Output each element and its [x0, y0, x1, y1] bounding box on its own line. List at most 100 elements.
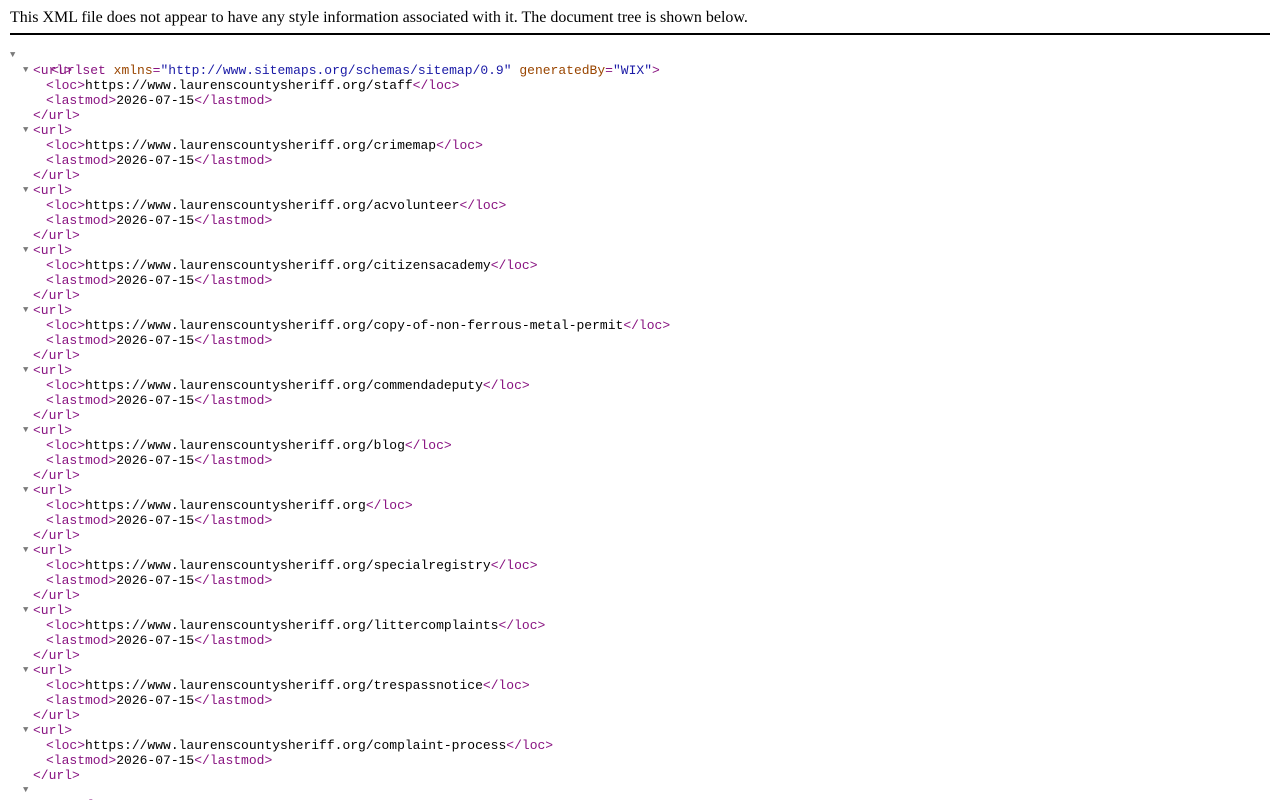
collapse-triangle-icon[interactable]: ▼ — [23, 423, 33, 438]
url-close-line: </url> — [10, 528, 1270, 543]
collapse-triangle-icon[interactable]: ▼ — [23, 303, 33, 318]
loc-value: https://www.laurenscountysheriff.org/lit… — [85, 618, 499, 633]
collapse-triangle-icon[interactable]: ▼ — [23, 243, 33, 258]
lastmod-line: <lastmod>2026-07-15</lastmod> — [10, 573, 1270, 588]
loc-value: https://www.laurenscountysheriff.org/sta… — [85, 78, 413, 93]
loc-open-tag: <loc> — [46, 318, 86, 333]
url-entry: ▼ <url> <loc>https://www.laurenscountysher… — [10, 63, 1270, 123]
loc-line: <loc>https://www.laurenscountysheriff.or… — [10, 498, 1270, 513]
loc-close-tag: </loc> — [404, 438, 452, 453]
loc-line: <loc>https://www.laurenscountysheriff.or… — [10, 198, 1270, 213]
lastmod-line: <lastmod>2026-07-15</lastmod> — [10, 393, 1270, 408]
collapse-triangle-icon[interactable]: ▼ — [23, 663, 33, 678]
loc-line: <loc>https://www.laurenscountysheriff.or… — [10, 138, 1270, 153]
collapse-triangle-icon[interactable]: ▼ — [10, 48, 20, 63]
url-open-tag: <url> — [33, 183, 73, 198]
collapse-triangle-icon[interactable]: ▼ — [23, 483, 33, 498]
loc-open-tag: <loc> — [46, 498, 86, 513]
loc-line: <loc>https://www.laurenscountysheriff.or… — [10, 78, 1270, 93]
loc-open-tag: <loc> — [46, 738, 86, 753]
loc-line: <loc>https://www.laurenscountysheriff.or… — [10, 258, 1270, 273]
url-close-line: </url> — [10, 168, 1270, 183]
url-open-tag: <url> — [33, 543, 73, 558]
lastmod-line: <lastmod>2026-07-15</lastmod> — [10, 93, 1270, 108]
loc-line: <loc>https://www.laurenscountysheriff.or… — [10, 378, 1270, 393]
url-entry: ▼ <url> <loc>https://www.laurenscountysher… — [10, 423, 1270, 483]
url-open-tag: <url> — [33, 63, 73, 78]
url-close-tag: </url> — [33, 348, 80, 363]
collapse-triangle-icon[interactable]: ▼ — [23, 363, 33, 378]
loc-line: <loc>https://www.laurenscountysheriff.or… — [10, 618, 1270, 633]
loc-value: https://www.laurenscountysheriff.org/cop… — [85, 318, 624, 333]
url-open-line: ▼<url> — [10, 543, 1270, 558]
lastmod-line: <lastmod>2026-07-15</lastmod> — [10, 153, 1270, 168]
collapse-triangle-icon[interactable]: ▼ — [23, 603, 33, 618]
loc-close-tag: </loc> — [498, 618, 546, 633]
loc-line: <loc>https://www.laurenscountysheriff.or… — [10, 678, 1270, 693]
lastmod-close-tag: </lastmod> — [194, 153, 273, 168]
lastmod-open-tag: <lastmod> — [46, 153, 117, 168]
lastmod-close-tag: </lastmod> — [194, 333, 273, 348]
collapse-triangle-icon[interactable]: ▼ — [23, 723, 33, 738]
lastmod-close-tag: </lastmod> — [194, 213, 273, 228]
lastmod-open-tag: <lastmod> — [46, 513, 117, 528]
url-open-line: ▼<url> — [10, 63, 1270, 78]
collapse-triangle-icon[interactable]: ▼ — [23, 543, 33, 558]
lastmod-close-tag: </lastmod> — [194, 273, 273, 288]
url-close-tag: </url> — [33, 288, 80, 303]
lastmod-value: 2026-07-15 — [116, 693, 195, 708]
url-open-tag: <url> — [33, 663, 73, 678]
loc-open-tag: <loc> — [46, 138, 86, 153]
url-entry: ▼ <url> <loc>https://www.laurenscountysher… — [10, 603, 1270, 663]
url-open-tag: <url> — [33, 723, 73, 738]
url-close-line: </url> — [10, 588, 1270, 603]
loc-close-tag: </loc> — [412, 78, 460, 93]
url-close-line: </url> — [10, 348, 1270, 363]
url-close-line: </url> — [10, 108, 1270, 123]
xml-info-message: This XML file does not appear to have an… — [10, 9, 748, 26]
lastmod-open-tag: <lastmod> — [46, 213, 117, 228]
url-close-line: </url> — [10, 648, 1270, 663]
collapse-triangle-icon[interactable]: ▼ — [23, 123, 33, 138]
url-entry: ▼ <url> <loc>https://www.laurenscountysher… — [10, 363, 1270, 423]
lastmod-open-tag: <lastmod> — [46, 753, 117, 768]
loc-value: https://www.laurenscountysheriff.org/cri… — [85, 138, 437, 153]
url-open-tag: <url> — [33, 603, 73, 618]
url-open-line: ▼<url> — [10, 243, 1270, 258]
lastmod-line: <lastmod>2026-07-15</lastmod> — [10, 753, 1270, 768]
url-open-line: ▼<url> — [10, 183, 1270, 198]
xml-document-tree: ▼ <urlset xmlns="http://www.sitemaps.org/… — [10, 48, 1270, 800]
lastmod-line: <lastmod>2026-07-15</lastmod> — [10, 633, 1270, 648]
lastmod-line: <lastmod>2026-07-15</lastmod> — [10, 513, 1270, 528]
loc-open-tag: <loc> — [46, 258, 86, 273]
url-close-tag: </url> — [33, 588, 80, 603]
lastmod-close-tag: </lastmod> — [194, 693, 273, 708]
url-close-line: </url> — [10, 708, 1270, 723]
url-close-line: </url> — [10, 228, 1270, 243]
url-entry: ▼ <url> <loc>https://www.laurenscountysher… — [10, 183, 1270, 243]
urlset-open-line: ▼ <urlset xmlns="http://www.sitemaps.org/… — [10, 48, 660, 78]
lastmod-close-tag: </lastmod> — [194, 573, 273, 588]
url-entry: ▼ <url> <loc>https://www.laurenscountysher… — [10, 123, 1270, 183]
url-entry: ▼ <url> <loc>https://www.laurenscountysher… — [10, 543, 1270, 603]
url-list: ▼ <url> <loc>https://www.laurenscountysher… — [10, 63, 1270, 783]
url-open-line: ▼<url> — [10, 423, 1270, 438]
url-open-line: ▼<url> — [10, 363, 1270, 378]
lastmod-line: <lastmod>2026-07-15</lastmod> — [10, 693, 1270, 708]
loc-open-tag: <loc> — [46, 378, 86, 393]
lastmod-value: 2026-07-15 — [116, 393, 195, 408]
lastmod-line: <lastmod>2026-07-15</lastmod> — [10, 333, 1270, 348]
loc-value: https://www.laurenscountysheriff.org/cit… — [85, 258, 491, 273]
url-close-tag: </url> — [33, 768, 80, 783]
url-open-tag: <url> — [33, 123, 73, 138]
url-close-tag: </url> — [33, 528, 80, 543]
loc-line: <loc>https://www.laurenscountysheriff.or… — [10, 438, 1270, 453]
url-close-line: </url> — [10, 468, 1270, 483]
collapse-triangle-icon[interactable]: ▼ — [23, 183, 33, 198]
collapse-triangle-icon[interactable]: ▼ — [23, 63, 33, 78]
lastmod-value: 2026-07-15 — [116, 333, 195, 348]
loc-open-tag: <loc> — [46, 438, 86, 453]
url-open-line: ▼<url> — [10, 303, 1270, 318]
collapse-triangle-icon[interactable]: ▼ — [23, 783, 33, 798]
lastmod-line: <lastmod>2026-07-15</lastmod> — [10, 273, 1270, 288]
